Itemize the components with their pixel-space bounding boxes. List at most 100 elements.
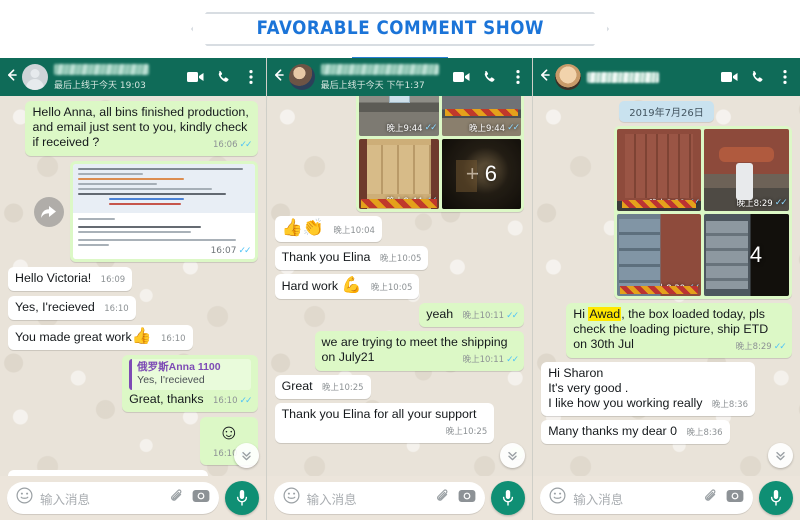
scroll-to-bottom-button[interactable] [767,443,793,468]
message-list-2[interactable]: 晚上9:44 ✓✓ 晚上9:44 ✓✓ 晚上9:44 ✓✓ + 6 👍👏 晚上1… [266,96,533,476]
message-time: 晚上9:44 [386,124,423,134]
photo-thumbnail[interactable]: 晚上8:29 ✓✓ [616,214,702,296]
phone-call-icon[interactable] [749,69,766,86]
scroll-to-bottom-button[interactable] [233,443,259,468]
message-list-1[interactable]: Hello Anna, all bins finished production… [0,96,266,476]
message-row[interactable]: Thank you Elina 晚上10:05 [274,246,525,270]
photo-thumbnail[interactable]: 晚上9:44 ✓✓ [359,139,439,209]
message-row[interactable]: Hello Victoria! 16:09 [8,267,258,292]
message-row[interactable]: Many thanks my dear 0 晚上8:36 [541,420,792,444]
message-input-placeholder[interactable]: 输入消息 [573,489,696,508]
message-input-pill[interactable]: 输入消息 [7,482,219,514]
outgoing-message-bubble[interactable]: yeah 晚上10:11 ✓✓ [419,303,525,327]
message-time: 16:07 [210,246,237,257]
contact-titles[interactable]: 最后上线于今天 19:03 [54,63,181,91]
message-row[interactable]: Thank you Elina for all your support 晚上1… [274,403,525,443]
read-ticks-icon: ✓✓ [506,311,519,321]
message-row[interactable]: Great 晚上10:25 [274,375,525,399]
forward-icon[interactable] [33,196,64,227]
incoming-message-bubble[interactable]: Thank you Elina 晚上10:05 [274,246,429,270]
photo-grid-message[interactable]: 晚上9:44 ✓✓ 晚上9:44 ✓✓ 晚上9:44 ✓✓ + 6 [356,96,525,212]
message-input-pill[interactable]: 输入消息 [273,482,486,514]
camera-icon[interactable] [458,488,476,508]
composer-3[interactable]: 输入消息 [533,476,800,520]
overflow-menu-icon[interactable] [243,69,260,86]
photo-thumbnail-more[interactable]: + 6 [441,139,522,209]
phone-call-icon[interactable] [215,69,232,86]
photo-thumbnail[interactable]: 晚上8:29 ✓✓ [616,129,702,211]
message-row[interactable]: 16:07 ✓✓ [8,161,258,263]
photo-thumbnail[interactable]: 晚上9:44 ✓✓ [441,96,522,136]
email-header-block [72,164,255,214]
phone-call-icon[interactable] [481,69,498,86]
read-ticks-icon: ✓✓ [687,283,700,293]
incoming-message-bubble[interactable]: Thank you Elina for all your support 晚上1… [274,403,495,443]
back-arrow-icon[interactable] [537,67,553,87]
outgoing-quoted-message-bubble[interactable]: 俄罗斯Anna 1100 Yes, I'recieved Great, than… [122,355,258,413]
overflow-menu-icon[interactable] [509,69,526,86]
avatar[interactable] [555,64,582,90]
smiley-icon[interactable] [283,487,300,509]
message-row[interactable]: Hi Sharon It's very good . I like how yo… [541,362,792,416]
incoming-emoji-bubble[interactable]: 👍👏 晚上10:04 [274,216,382,242]
video-call-icon[interactable] [453,69,470,86]
message-row[interactable]: You made great work👍 16:10 [8,325,258,351]
outgoing-message-bubble[interactable]: Hi Awad, the box loaded today, pls check… [566,303,792,358]
incoming-message-bubble[interactable]: Hard work 💪 晚上10:05 [274,274,420,299]
incoming-message-bubble[interactable]: Great 晚上10:25 [274,375,371,399]
message-row[interactable]: ☺ 16:10 ✓✓ [8,417,258,466]
outgoing-message-bubble[interactable]: we are trying to meet the shipping on Ju… [314,331,525,371]
photo-thumbnail[interactable]: 晚上9:44 ✓✓ [359,96,439,136]
outgoing-message-bubble[interactable]: Hello Anna, all bins finished production… [25,101,258,156]
message-row[interactable]: Yes, I'recieved 16:10 [8,296,258,321]
message-row[interactable]: 晚上8:29 ✓✓ 晚上8:29 ✓✓ 晚上8:29 ✓✓ + 4 [541,126,792,299]
email-screenshot-message[interactable]: 16:07 ✓✓ [69,161,258,263]
back-arrow-icon[interactable] [271,67,287,87]
voice-message-button[interactable] [758,481,793,515]
avatar[interactable] [22,64,48,90]
message-row[interactable]: Hard work 💪 晚上10:05 [274,274,525,299]
message-row[interactable]: yeah 晚上10:11 ✓✓ [275,303,525,327]
smiley-icon[interactable] [549,487,566,509]
camera-icon[interactable] [726,488,744,508]
composer-2[interactable]: 输入消息 [266,476,533,520]
contact-titles[interactable]: 最后上线于今天 下午1:37 [320,63,448,91]
message-input-placeholder[interactable]: 输入消息 [40,489,162,508]
photo-thumbnail[interactable]: 晚上8:29 ✓✓ [704,129,789,211]
video-call-icon[interactable] [720,69,738,86]
voice-message-button[interactable] [224,481,259,515]
quoted-message[interactable]: 俄罗斯Anna 1100 Yes, I'recieved [129,359,251,391]
message-row[interactable]: Hello Anna, all bins finished production… [8,101,258,156]
photo-grid-message[interactable]: 晚上8:29 ✓✓ 晚上8:29 ✓✓ 晚上8:29 ✓✓ + 4 [613,126,792,299]
message-row[interactable]: 俄罗斯Anna 1100 Yes, I'recieved Great, than… [8,355,258,413]
message-row[interactable]: we are trying to meet the shipping on Ju… [275,331,525,371]
video-call-icon[interactable] [186,69,204,86]
composer-1[interactable]: 输入消息 [0,476,266,520]
message-input-placeholder[interactable]: 输入消息 [307,489,429,508]
voice-message-button[interactable] [491,481,526,515]
incoming-message-bubble[interactable]: Many thanks my dear 0 晚上8:36 [541,420,730,444]
camera-icon[interactable] [192,488,210,508]
incoming-message-bubble[interactable]: Hi Sharon It's very good . I like how yo… [541,362,755,416]
message-list-3[interactable]: 2019年7月26日 晚上8:29 ✓✓ 晚上8:29 ✓✓ 晚上8:29 ✓✓… [533,96,800,476]
incoming-message-bubble[interactable]: Yes, I'recieved 16:10 [8,296,136,321]
message-input-pill[interactable]: 输入消息 [540,482,753,514]
overflow-menu-icon[interactable] [777,69,794,86]
smiley-icon[interactable] [16,487,33,509]
back-arrow-icon[interactable] [4,67,20,87]
chat-header-1: 最后上线于今天 19:03 [0,58,266,96]
contact-titles[interactable] [587,71,715,83]
avatar[interactable] [288,64,315,90]
message-row[interactable] [275,447,525,459]
photo-thumbnail-more[interactable]: + 4 [704,214,789,296]
incoming-message-bubble[interactable]: You made great work👍 16:10 [8,325,193,351]
message-row[interactable]: 晚上9:44 ✓✓ 晚上9:44 ✓✓ 晚上9:44 ✓✓ + 6 [275,96,525,212]
paperclip-icon[interactable] [703,488,719,509]
chat-header-2: 最后上线于今天 下午1:37 [266,58,533,96]
paperclip-icon[interactable] [169,488,185,509]
message-text: yeah [426,307,454,321]
message-row[interactable]: Hi Awad, the box loaded today, pls check… [541,303,792,358]
message-row[interactable]: 👍👏 晚上10:04 [274,216,525,242]
incoming-message-bubble[interactable]: Hello Victoria! 16:09 [8,267,133,292]
paperclip-icon[interactable] [435,488,451,509]
